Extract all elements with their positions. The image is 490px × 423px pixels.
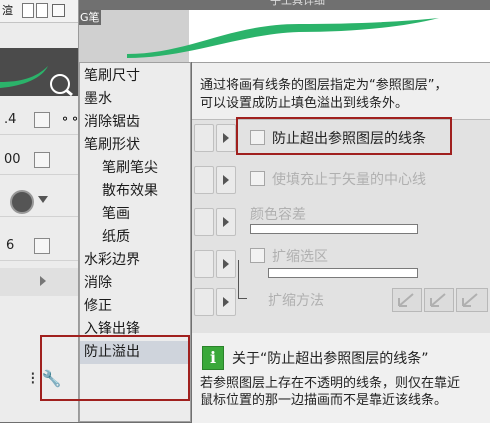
show-in-palette-toggle[interactable]	[194, 288, 214, 316]
dialog-title: 子工具详细	[270, 0, 325, 7]
info-icon: i	[202, 346, 224, 370]
stabilization-row[interactable]: 6	[0, 230, 78, 261]
show-in-palette-toggle[interactable]	[194, 208, 214, 236]
expand-arrow-icon[interactable]	[216, 166, 236, 194]
brush-shape-row[interactable]	[0, 186, 78, 217]
dots-icon[interactable]: ⚬⚬	[60, 112, 80, 126]
expand-selection-slider[interactable]	[268, 268, 418, 278]
brush-stroke-preview	[0, 48, 78, 97]
vector-center-label: 使填充止于矢量的中心线	[272, 172, 426, 188]
slider-track[interactable]	[0, 268, 78, 296]
expand-method-label: 扩缩方法	[268, 293, 324, 309]
category-texture[interactable]: 纸质	[102, 226, 130, 249]
help-line: 若参照图层上存在不透明的线条，则仅在靠近	[200, 376, 461, 391]
slider-handle[interactable]	[34, 152, 50, 168]
slider-handle[interactable]	[34, 112, 50, 128]
description-line: 通过将画有线条的图层指定为“参照图层”，	[200, 78, 448, 93]
preview-tool-label: G笔	[79, 10, 101, 25]
expand-bevel-button[interactable]	[456, 288, 488, 312]
color-tolerance-label: 颜色容差	[250, 207, 306, 223]
panel-tab-label[interactable]: 渲	[2, 2, 13, 18]
category-spray-effect[interactable]: 散布效果	[102, 180, 158, 203]
expand-square-button[interactable]	[392, 288, 422, 312]
stroke-preview-area: G笔	[79, 10, 490, 62]
show-in-palette-toggle[interactable]	[194, 166, 214, 194]
category-brush-size[interactable]: 笔刷尺寸	[84, 65, 140, 88]
category-erase[interactable]: 消除	[84, 272, 112, 295]
opacity-row[interactable]: 00	[0, 144, 78, 175]
link-bracket	[238, 260, 247, 299]
expand-arrow-icon[interactable]	[216, 250, 236, 278]
expand-selection-checkbox[interactable]	[250, 248, 265, 263]
brush-tip-icon[interactable]	[10, 190, 34, 214]
help-title: 关于“防止超出参照图层的线条”	[232, 351, 429, 367]
expand-arrow-icon[interactable]	[216, 124, 236, 152]
category-watercolor-edge[interactable]: 水彩边界	[84, 249, 140, 272]
opacity-value[interactable]: 00	[4, 152, 21, 167]
window-icon[interactable]	[52, 4, 65, 17]
slider-handle[interactable]	[34, 238, 50, 254]
highlight-box-category	[40, 335, 190, 401]
stabilization-value[interactable]: 6	[6, 238, 14, 253]
help-line: 鼠标位置的那一边描画而不是靠近该线条。	[200, 393, 448, 408]
panel-tab-bar: 渲	[0, 0, 78, 23]
help-body: 若参照图层上存在不透明的线条，则仅在靠近 鼠标位置的那一边描画而不是靠近该线条。	[200, 375, 460, 409]
settings-description: 通过将画有线条的图层指定为“参照图层”， 可以设置成防止填色溢出到线条外。	[200, 77, 447, 113]
color-tolerance-slider[interactable]	[250, 224, 418, 234]
category-ink[interactable]: 墨水	[84, 88, 112, 111]
chevron-down-icon[interactable]	[38, 196, 48, 203]
highlight-box-option	[236, 117, 452, 155]
vector-center-checkbox[interactable]	[250, 171, 265, 186]
description-line: 可以设置成防止填色溢出到线条外。	[200, 96, 409, 111]
spinner-icon[interactable]: ⁝	[30, 368, 36, 389]
category-correction[interactable]: 修正	[84, 295, 112, 318]
show-in-palette-toggle[interactable]	[194, 124, 214, 152]
expand-arrow-icon[interactable]	[216, 208, 236, 236]
brush-size-value[interactable]: .4	[4, 112, 16, 127]
document-icon[interactable]	[36, 3, 48, 18]
category-brush-tip[interactable]: 笔刷笔尖	[102, 157, 158, 180]
show-in-palette-toggle[interactable]	[194, 250, 214, 278]
expand-arrow-icon[interactable]	[216, 288, 236, 316]
category-antialiasing[interactable]: 消除锯齿	[84, 111, 140, 134]
category-stroke[interactable]: 笔画	[102, 203, 130, 226]
category-brush-shape[interactable]: 笔刷形状	[84, 134, 140, 157]
document-icon[interactable]	[22, 3, 34, 18]
expand-round-button[interactable]	[424, 288, 454, 312]
expand-selection-label: 扩缩选区	[272, 249, 328, 265]
brush-size-row[interactable]: .4 ⚬⚬	[0, 104, 80, 135]
chevron-right-icon[interactable]	[40, 276, 46, 286]
